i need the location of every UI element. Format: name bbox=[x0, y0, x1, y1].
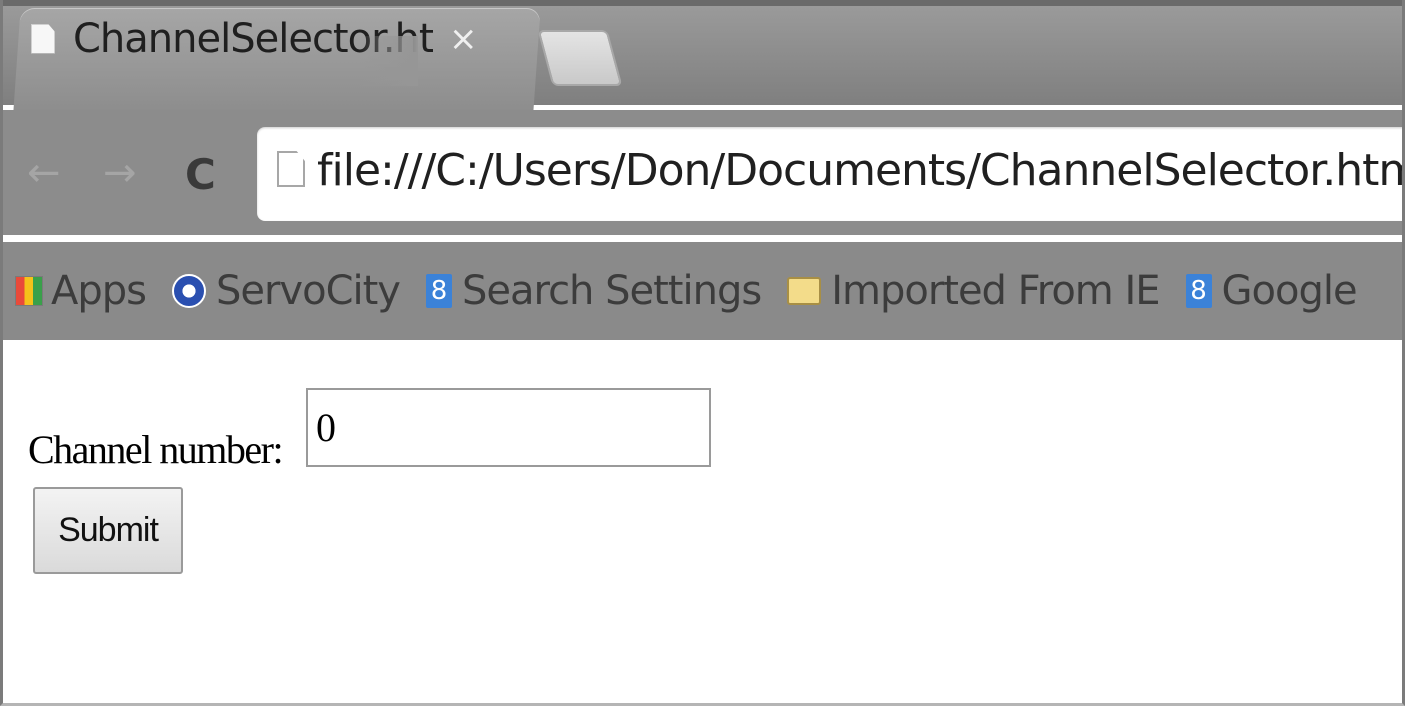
bookmark-imported-from-ie[interactable]: Imported From IE bbox=[787, 268, 1161, 314]
channel-number-label: Channel number: bbox=[28, 427, 284, 472]
bookmark-label: ServoCity bbox=[215, 268, 401, 314]
google-icon: 8 bbox=[1185, 274, 1212, 308]
tab-strip: ChannelSelector.htm × bbox=[3, 0, 1402, 111]
bookmark-label: Imported From IE bbox=[831, 268, 1160, 314]
forward-icon[interactable]: → bbox=[103, 150, 137, 196]
bookmark-search-settings[interactable]: 8 Search Settings bbox=[425, 268, 762, 314]
new-tab-button[interactable] bbox=[537, 30, 623, 86]
channel-number-input[interactable] bbox=[306, 388, 711, 467]
address-url: file:///C:/Users/Don/Documents/ChannelSe… bbox=[317, 145, 1405, 196]
bookmark-label: Google bbox=[1221, 268, 1358, 314]
bookmark-label: Apps bbox=[51, 268, 147, 314]
address-bar[interactable]: file:///C:/Users/Don/Documents/ChannelSe… bbox=[257, 127, 1405, 221]
google-icon: 8 bbox=[425, 274, 452, 308]
page-icon bbox=[31, 23, 55, 54]
page-icon bbox=[277, 151, 305, 187]
bookmark-label: Search Settings bbox=[461, 268, 762, 314]
browser-window: ChannelSelector.htm × ← → C file:///C:/U… bbox=[0, 0, 1405, 706]
folder-icon bbox=[787, 277, 822, 305]
bookmarks-bar: Apps ServoCity 8 Search Settings Importe… bbox=[3, 242, 1402, 340]
close-icon[interactable]: × bbox=[449, 19, 478, 59]
apps-icon bbox=[15, 276, 43, 306]
servocity-icon bbox=[171, 274, 206, 308]
tab-title-fade bbox=[358, 36, 418, 86]
page-content: Channel number: Submit bbox=[6, 340, 1402, 703]
back-icon[interactable]: ← bbox=[27, 150, 61, 196]
reload-icon[interactable]: C bbox=[185, 150, 216, 199]
submit-button[interactable]: Submit bbox=[33, 487, 183, 574]
bookmark-servocity[interactable]: ServoCity bbox=[171, 268, 401, 314]
bookmark-apps[interactable]: Apps bbox=[15, 268, 147, 314]
bookmark-google[interactable]: 8 Google bbox=[1185, 268, 1358, 314]
